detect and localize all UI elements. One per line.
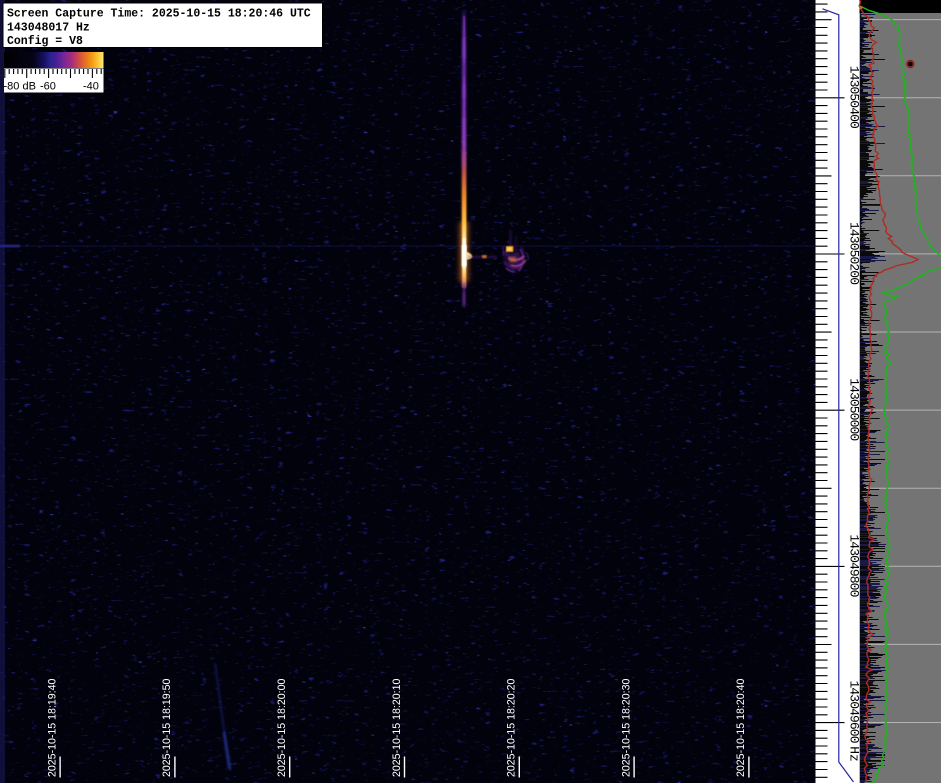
svg-text:Config = V8: Config = V8 (7, 35, 83, 48)
svg-text:2025-10-15 18:19:50: 2025-10-15 18:19:50 (161, 679, 173, 777)
svg-text:2025-10-15 18:19:40: 2025-10-15 18:19:40 (46, 679, 58, 777)
svg-text:143050200: 143050200 (846, 222, 861, 285)
svg-text:2025-10-15 18:20:10: 2025-10-15 18:20:10 (391, 679, 403, 777)
svg-text:143050400: 143050400 (846, 66, 861, 129)
svg-text:Screen Capture Time: 2025-10-1: Screen Capture Time: 2025-10-15 18:20:46… (7, 8, 311, 21)
svg-text:-80 dB: -80 dB (4, 81, 36, 93)
svg-text:2025-10-15 18:20:00: 2025-10-15 18:20:00 (276, 679, 288, 777)
svg-text:143048017 Hz: 143048017 Hz (7, 22, 90, 35)
svg-text:143049600: 143049600 (846, 681, 861, 744)
svg-text:2025-10-15 18:20:30: 2025-10-15 18:20:30 (620, 679, 632, 777)
svg-text:2025-10-15 18:20:20: 2025-10-15 18:20:20 (506, 679, 518, 777)
svg-text:-40: -40 (83, 81, 99, 93)
svg-text:2025-10-15 18:20:40: 2025-10-15 18:20:40 (735, 679, 747, 777)
svg-text:Hz: Hz (846, 746, 861, 762)
svg-text:143049800: 143049800 (846, 534, 861, 597)
svg-text:143050000: 143050000 (846, 378, 861, 441)
svg-text:-60: -60 (40, 81, 56, 93)
